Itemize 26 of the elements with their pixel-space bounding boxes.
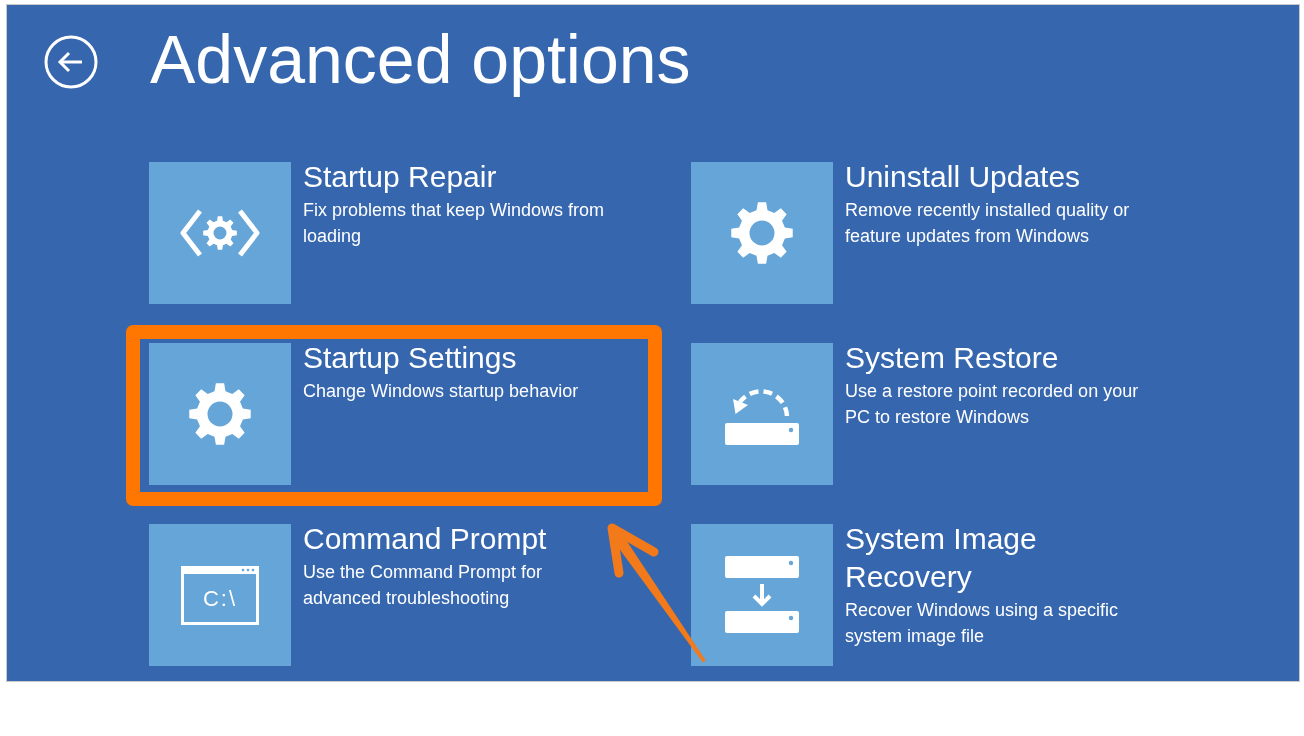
option-title: System Restore (845, 340, 1060, 376)
option-description: Remove recently installed quality or feature updates from Windows (845, 199, 1131, 248)
prompt-text: C:\ (202, 587, 238, 611)
option-description: Use the Command Prompt for advanced troubleshooting (303, 561, 544, 610)
option-description: Change Windows startup behavior (303, 380, 580, 403)
option-tile[interactable]: C:\ (149, 524, 291, 666)
option-tile[interactable] (149, 162, 291, 304)
gear-icon (730, 201, 794, 265)
gear-icon (188, 382, 252, 446)
option-title: Startup Repair (303, 159, 498, 195)
option-tile[interactable] (691, 343, 833, 485)
console-window-icon (181, 565, 259, 625)
option-title: Startup Settings (303, 340, 518, 376)
option-description: Use a restore point recorded on your PC to restore Windows (845, 380, 1140, 429)
gear-brackets-icon (179, 208, 261, 258)
drives-down-arrow-icon (724, 556, 800, 634)
option-description: Fix problems that keep Windows from loading (303, 199, 606, 248)
page-title: Advanced options (150, 20, 691, 99)
option-tile[interactable] (691, 162, 833, 304)
option-title: Command Prompt (303, 521, 548, 557)
option-title: System Image Recovery (845, 521, 1038, 595)
option-tile[interactable] (691, 524, 833, 666)
option-description: Recover Windows using a specific system image file (845, 599, 1120, 648)
option-title: Uninstall Updates (845, 159, 1082, 195)
option-tile[interactable] (149, 343, 291, 485)
back-button[interactable] (44, 35, 98, 89)
